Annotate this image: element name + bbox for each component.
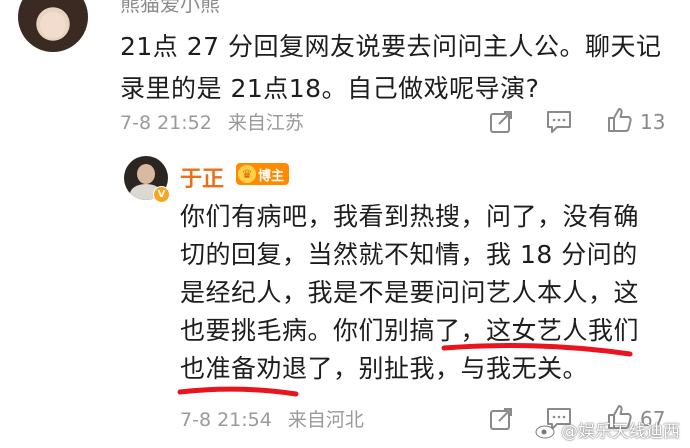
blogger-badge-label: 博主 [258, 168, 285, 184]
crown-icon: ♛ [238, 165, 256, 183]
reply-location: 来自河北 [287, 409, 364, 431]
weibo-icon [535, 425, 555, 438]
reply-meta: 7-8 21:54 来自河北 [180, 405, 374, 432]
reply-text: 你们有病吧，我看到热搜，问了，没有确切的回复，当然就不知情，我 18 分问的是经… [180, 202, 640, 383]
share-icon[interactable] [487, 405, 515, 433]
reply-timestamp: 7-8 21:54 [180, 409, 272, 431]
comment-icon[interactable] [545, 108, 573, 136]
blogger-username[interactable]: 于正 [180, 161, 224, 193]
comment-timestamp: 7-8 21:52 [120, 112, 212, 134]
like-icon[interactable] [605, 106, 633, 134]
comment-location: 来自江苏 [227, 112, 304, 134]
comment-text: 21点 27 分回复网友说要去问问主人公。聊天记录里的是 21点18。自己做戏呢… [120, 32, 662, 103]
comment-meta: 7-8 21:52 来自江苏 [120, 108, 314, 135]
share-icon[interactable] [487, 108, 515, 136]
like-count: 13 [640, 110, 666, 134]
watermark-text: @娱乐天线迪西 [561, 422, 680, 442]
verified-icon: V [153, 186, 170, 203]
commenter-username[interactable]: 熊猫爱小熊 [120, 0, 220, 17]
blogger-badge: ♛ 博主 [236, 163, 290, 185]
commenter-avatar[interactable] [18, 0, 88, 52]
watermark: @娱乐天线迪西 [535, 417, 680, 442]
